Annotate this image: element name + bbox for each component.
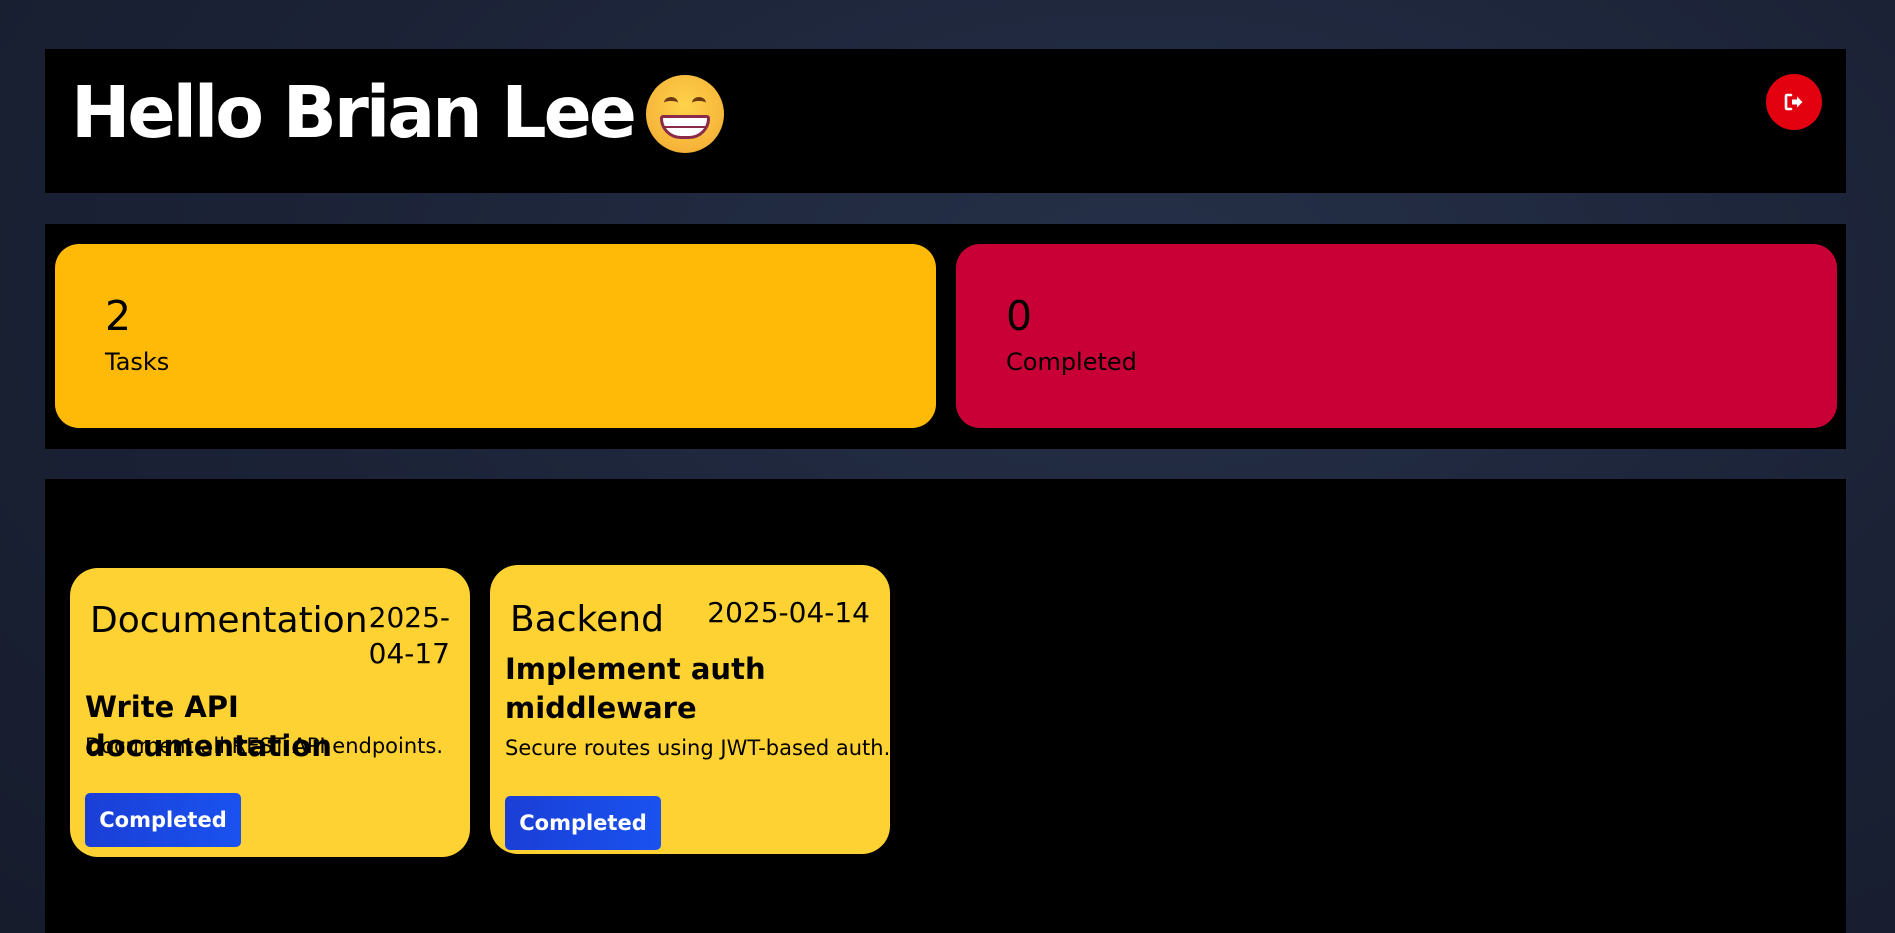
task-card: Documentation 2025-04-17 Write API docum… [70, 568, 470, 857]
task-date: 2025-04-17 [368, 601, 450, 670]
header-panel: Hello Brian Lee [45, 49, 1846, 193]
task-board: Documentation 2025-04-17 Write API docum… [45, 479, 1846, 933]
task-date: 2025-04-14 [707, 596, 870, 629]
task-title: Implement auth middleware [505, 652, 766, 726]
grinning-face-icon [645, 75, 724, 153]
greeting-heading: Hello Brian Lee [71, 70, 724, 154]
completed-count: 0 [1006, 292, 1033, 340]
tasks-stat-card: 2 Tasks [55, 244, 936, 428]
task-category: Backend [510, 599, 664, 640]
completed-button[interactable]: Completed [505, 796, 661, 850]
greeting-text: Hello Brian Lee [71, 70, 637, 154]
stats-panel: 2 Tasks 0 Completed [45, 224, 1846, 449]
task-description: Secure routes using JWT-based auth. [505, 736, 891, 760]
completed-button[interactable]: Completed [85, 793, 241, 847]
task-description: Document all REST API endpoints. [85, 734, 444, 758]
logout-button[interactable] [1766, 74, 1822, 130]
tasks-label: Tasks [105, 348, 170, 376]
task-card: Backend 2025-04-14 Implement auth middle… [490, 565, 890, 854]
sign-out-icon [1784, 93, 1803, 111]
completed-label: Completed [1006, 348, 1137, 376]
completed-stat-card: 0 Completed [956, 244, 1837, 428]
task-category: Documentation [90, 600, 368, 641]
tasks-count: 2 [105, 292, 132, 340]
